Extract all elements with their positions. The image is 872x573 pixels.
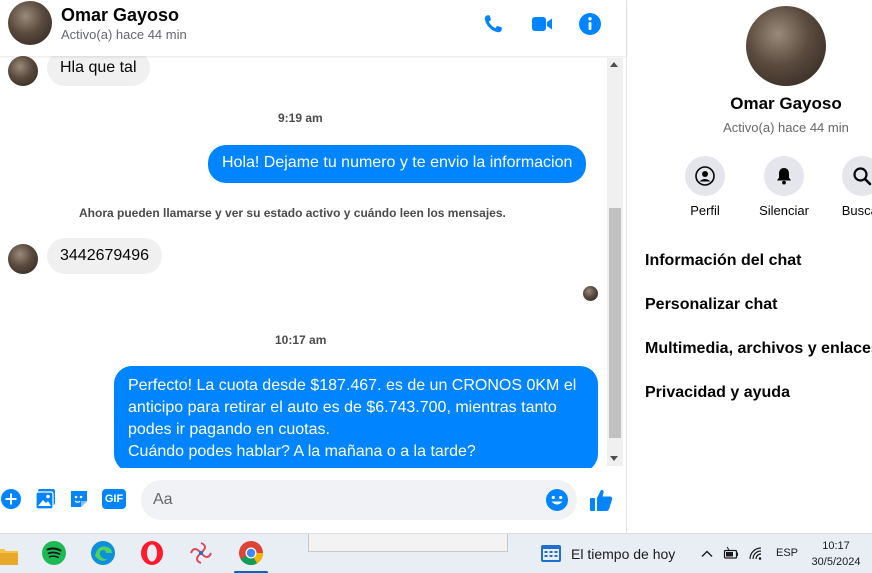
contact-status: Activo(a) hace 44 min	[61, 27, 187, 42]
privacy-notice: Ahora pueden llamarse y ver su estado ac…	[79, 206, 506, 220]
video-icon[interactable]	[530, 12, 554, 36]
scroll-up-arrow-icon[interactable]	[610, 62, 618, 67]
message-list[interactable]: Hla que tal 9:19 am Hola! Dejame tu nume…	[0, 56, 606, 468]
contact-name[interactable]: Omar Gayoso	[61, 5, 179, 26]
image-icon[interactable]	[35, 488, 57, 510]
message-line: Perfecto! La cuota desde $187.467. es de…	[128, 377, 577, 394]
message-line: Cuándo podes hablar? A la mañana o a la …	[128, 443, 476, 460]
profile-icon	[695, 166, 715, 186]
timestamp: 9:19 am	[278, 111, 323, 125]
menu-chat-info[interactable]: Información del chat	[645, 252, 801, 270]
action-label: Silenciar	[759, 203, 809, 218]
message-avatar	[8, 56, 38, 86]
scroll-down-arrow-icon[interactable]	[610, 456, 618, 461]
language-indicator[interactable]: ESP	[776, 547, 798, 559]
clock[interactable]: 10:17 30/5/2024	[810, 538, 862, 570]
message-line: anticipo para retirar el auto es de $6.7…	[128, 399, 557, 416]
panel-contact-name: Omar Gayoso	[730, 94, 842, 113]
gif-icon[interactable]: GIF	[102, 489, 126, 509]
bell-icon	[777, 168, 791, 185]
weather-widget-label[interactable]: El tiempo de hoy	[571, 546, 675, 562]
seen-indicator-avatar	[583, 286, 598, 301]
chat-header: Omar Gayoso Activo(a) hace 44 min	[0, 0, 626, 56]
like-icon[interactable]	[588, 487, 614, 513]
panel-contact-avatar[interactable]	[746, 6, 826, 86]
menu-media-files-links[interactable]: Multimedia, archivos y enlaces	[645, 340, 872, 358]
spotify-icon[interactable]	[41, 540, 67, 566]
calendar-weather-icon[interactable]	[540, 543, 562, 563]
wifi-icon[interactable]	[748, 546, 764, 562]
scrollbar-thumb[interactable]	[609, 208, 621, 438]
messenger-window: Omar Gayoso Activo(a) hace 44 min Hla qu…	[0, 0, 872, 573]
chat-info-panel: Omar Gayoso Activo(a) hace 44 min Perfil…	[626, 0, 872, 533]
message-input-box[interactable]	[141, 480, 577, 520]
message-outgoing[interactable]: Hola! Dejame tu numero y te envio la inf…	[208, 145, 587, 183]
message-outgoing-long[interactable]: Perfecto! La cuota desde $187.467. es de…	[114, 366, 598, 468]
menu-customize-chat[interactable]: Personalizar chat	[645, 296, 778, 314]
plus-icon[interactable]	[0, 488, 22, 510]
timestamp: 10:17 am	[275, 333, 327, 347]
edge-icon[interactable]	[90, 540, 116, 566]
panel-contact-status: Activo(a) hace 44 min	[723, 120, 849, 135]
clock-date: 30/5/2024	[811, 556, 861, 568]
taskbar: El tiempo de hoy ESP 10:17 30/5/2024	[0, 533, 872, 573]
action-search[interactable]: Buscar	[827, 156, 872, 218]
chat-pane: Omar Gayoso Activo(a) hace 44 min Hla qu…	[0, 0, 626, 533]
clock-time: 10:17	[822, 540, 850, 552]
message-line: podes ir pagando en cuotas.	[128, 421, 330, 438]
message-input[interactable]	[153, 480, 543, 520]
action-label: Buscar	[841, 203, 872, 218]
contact-avatar[interactable]	[8, 1, 52, 45]
battery-icon[interactable]	[723, 546, 739, 562]
opera-icon[interactable]	[139, 540, 165, 566]
message-incoming[interactable]: Hla que tal	[47, 56, 150, 86]
sticker-icon[interactable]	[68, 488, 90, 510]
info-icon[interactable]	[578, 12, 602, 36]
message-incoming[interactable]: 3442679496	[47, 238, 162, 274]
action-profile[interactable]: Perfil	[670, 156, 740, 218]
menu-privacy-support[interactable]: Privacidad y ayuda	[645, 384, 790, 402]
file-explorer-icon[interactable]	[0, 543, 20, 569]
action-mute[interactable]: Silenciar	[749, 156, 819, 218]
action-label: Perfil	[690, 203, 720, 218]
window-preview-edge	[308, 534, 508, 552]
phone-icon[interactable]	[481, 12, 505, 36]
chevron-up-icon[interactable]	[699, 546, 715, 562]
message-scrollbar[interactable]	[607, 58, 623, 466]
composer: GIF	[0, 468, 626, 533]
emoji-icon[interactable]	[545, 488, 569, 512]
search-icon	[853, 167, 872, 186]
message-avatar	[8, 244, 38, 274]
chrome-icon[interactable]	[238, 540, 264, 566]
app-icon[interactable]	[188, 540, 214, 566]
